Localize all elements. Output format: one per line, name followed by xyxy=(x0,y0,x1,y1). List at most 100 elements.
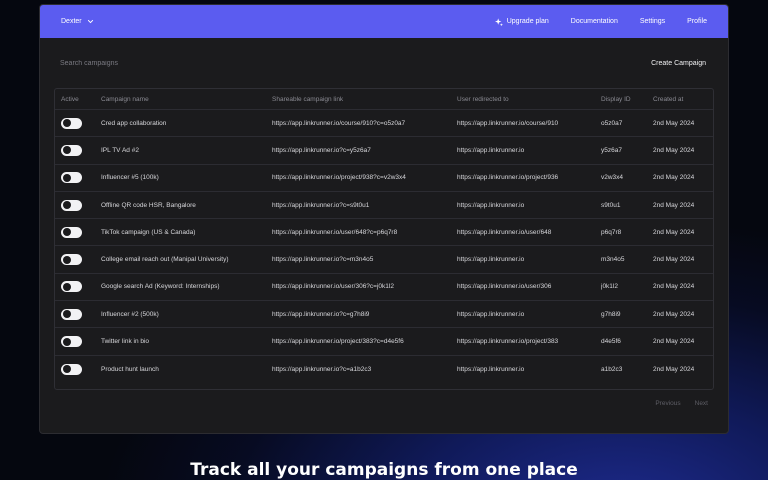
campaign-link[interactable]: https://app.linkrunner.io/user/648?c=p6q… xyxy=(272,229,457,236)
app-window: Dexter Upgrade plan Documentation Settin… xyxy=(39,4,729,434)
active-cell xyxy=(55,117,101,129)
campaign-link[interactable]: https://app.linkrunner.io/project/383?c=… xyxy=(272,338,457,345)
table-row[interactable]: Cred app collaboration https://app.linkru… xyxy=(55,110,713,138)
table-row[interactable]: Influencer #2 (500k) https://app.linkrunn… xyxy=(55,301,713,329)
column-header-redirect: User redirected to xyxy=(457,95,509,103)
workspace-switcher[interactable]: Dexter xyxy=(61,18,94,25)
table-row[interactable]: Twitter link in bio https://app.linkrunne… xyxy=(55,328,713,356)
top-bar: Dexter Upgrade plan Documentation Settin… xyxy=(40,5,728,38)
redirect-url: https://app.linkrunner.io xyxy=(457,256,525,264)
previous-page-button[interactable]: Previous xyxy=(655,400,680,407)
created-date: 2nd May 2024 xyxy=(653,310,695,318)
table-row[interactable]: TikTok campaign (US & Canada) https://app… xyxy=(55,219,713,247)
active-cell xyxy=(55,363,101,375)
campaign-name: Offline QR code HSR, Bangalore xyxy=(101,201,196,209)
created-date: 2nd May 2024 xyxy=(653,228,695,236)
redirect-url: https://app.linkrunner.io/project/383 xyxy=(457,338,559,346)
campaign-link[interactable]: https://app.linkrunner.io/user/306?c=j0k… xyxy=(272,283,457,290)
redirect-url: https://app.linkrunner.io xyxy=(457,365,525,373)
redirect-url: https://app.linkrunner.io/course/910 xyxy=(457,119,559,127)
active-cell xyxy=(55,281,101,293)
column-header-created: Created at xyxy=(653,95,684,103)
active-toggle[interactable] xyxy=(61,226,82,238)
documentation-label: Documentation xyxy=(570,18,618,25)
create-campaign-button[interactable]: Create Campaign xyxy=(651,60,706,67)
settings-link[interactable]: Settings xyxy=(640,18,665,25)
profile-label: Profile xyxy=(687,18,707,25)
created-date: 2nd May 2024 xyxy=(653,201,695,209)
campaign-link[interactable]: https://app.linkrunner.io?c=m3n4o5 xyxy=(272,256,457,263)
active-toggle[interactable] xyxy=(61,363,82,375)
campaigns-table: Active Campaign name Shareable campaign … xyxy=(54,88,714,390)
active-toggle[interactable] xyxy=(61,308,82,320)
active-toggle[interactable] xyxy=(61,281,82,293)
created-date: 2nd May 2024 xyxy=(653,174,695,182)
campaign-name: TikTok campaign (US & Canada) xyxy=(101,228,196,236)
documentation-link[interactable]: Documentation xyxy=(571,18,618,25)
campaign-name: Google search Ad (Keyword: Internships) xyxy=(101,283,220,291)
campaign-link[interactable]: https://app.linkrunner.io?c=y5z6a7 xyxy=(272,147,457,154)
display-id: p6q7r8 xyxy=(601,228,622,236)
table-row[interactable]: Offline QR code HSR, Bangalore https://ap… xyxy=(55,192,713,220)
active-toggle[interactable] xyxy=(61,336,82,348)
pagination: Previous Next xyxy=(655,400,708,407)
display-id: o5z0a7 xyxy=(601,119,623,127)
display-id: j0k1l2 xyxy=(601,283,618,291)
active-toggle[interactable] xyxy=(61,117,82,129)
campaign-name: IPL TV Ad #2 xyxy=(101,146,139,154)
campaign-name: Twitter link in bio xyxy=(101,338,150,346)
top-nav: Upgrade plan Documentation Settings Prof… xyxy=(494,17,707,26)
active-toggle[interactable] xyxy=(61,199,82,211)
active-toggle[interactable] xyxy=(61,172,82,184)
settings-label: Settings xyxy=(639,18,666,25)
campaign-link[interactable]: https://app.linkrunner.io/course/910?c=o… xyxy=(272,120,457,127)
chevron-down-icon xyxy=(87,19,93,24)
display-id: g7h8i9 xyxy=(601,310,621,318)
next-page-button[interactable]: Next xyxy=(695,400,708,407)
table-header-row: Active Campaign name Shareable campaign … xyxy=(55,89,713,110)
upgrade-plan-label: Upgrade plan xyxy=(506,18,549,25)
redirect-url: https://app.linkrunner.io xyxy=(457,146,525,154)
table-body: Cred app collaboration https://app.linkru… xyxy=(55,110,713,383)
campaign-link[interactable]: https://app.linkrunner.io?c=s9t0u1 xyxy=(272,202,457,209)
campaign-link[interactable]: https://app.linkrunner.io?c=g7h8i9 xyxy=(272,311,457,318)
profile-link[interactable]: Profile xyxy=(687,18,707,25)
display-id: y5z6a7 xyxy=(601,146,622,154)
campaign-link[interactable]: https://app.linkrunner.io/project/938?c=… xyxy=(272,174,457,181)
active-cell xyxy=(55,144,101,156)
upgrade-plan-link[interactable]: Upgrade plan xyxy=(494,17,549,26)
table-row[interactable]: Product hunt launch https://app.linkrunne… xyxy=(55,356,713,383)
table-row[interactable]: College email reach out (Manipal Univers… xyxy=(55,246,713,274)
campaign-name: Product hunt launch xyxy=(101,365,159,373)
table-row[interactable]: IPL TV Ad #2 https://app.linkrunner.io?c=… xyxy=(55,137,713,165)
search-input[interactable] xyxy=(60,59,260,67)
created-date: 2nd May 2024 xyxy=(653,256,695,264)
column-header-active: Active xyxy=(61,95,79,103)
active-cell xyxy=(55,172,101,184)
redirect-url: https://app.linkrunner.io/user/648 xyxy=(457,228,552,236)
display-id: s9t0u1 xyxy=(601,201,621,209)
redirect-url: https://app.linkrunner.io/project/936 xyxy=(457,174,559,182)
active-cell xyxy=(55,199,101,211)
column-header-display-id: Display ID xyxy=(601,95,631,103)
campaign-link[interactable]: https://app.linkrunner.io?c=a1b2c3 xyxy=(272,366,457,373)
active-cell xyxy=(55,336,101,348)
redirect-url: https://app.linkrunner.io xyxy=(457,201,525,209)
campaigns-toolbar: Create Campaign xyxy=(40,38,728,88)
table-row[interactable]: Google search Ad (Keyword: Internships) h… xyxy=(55,274,713,302)
campaign-name: Cred app collaboration xyxy=(101,119,167,127)
created-date: 2nd May 2024 xyxy=(653,365,695,373)
created-date: 2nd May 2024 xyxy=(653,283,695,291)
column-header-link: Shareable campaign link xyxy=(272,95,344,103)
active-cell xyxy=(55,226,101,238)
created-date: 2nd May 2024 xyxy=(653,119,695,127)
campaign-name: Influencer #5 (100k) xyxy=(101,174,159,182)
active-cell xyxy=(55,308,101,320)
active-cell xyxy=(55,254,101,266)
active-toggle[interactable] xyxy=(61,144,82,156)
display-id: d4e5f6 xyxy=(601,338,621,346)
tagline: Track all your campaigns from one place xyxy=(190,460,578,480)
active-toggle[interactable] xyxy=(61,254,82,266)
sparkle-icon xyxy=(494,17,503,26)
table-row[interactable]: Influencer #5 (100k) https://app.linkrunn… xyxy=(55,165,713,192)
